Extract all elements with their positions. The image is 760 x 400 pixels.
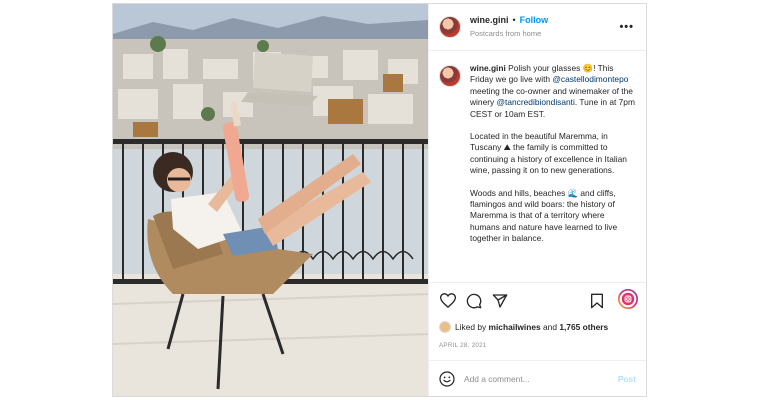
caption-paragraph-2: Located in the beautiful Maremma, in Tus…: [470, 131, 636, 177]
profile-shortcut[interactable]: [618, 289, 638, 309]
caption-paragraph-1: wine.gini Polish your glasses 😊! This Fr…: [470, 63, 636, 120]
follow-button[interactable]: Follow: [520, 14, 549, 27]
like-button[interactable]: [437, 290, 459, 312]
comment-input[interactable]: [464, 373, 618, 384]
action-bar: [429, 282, 646, 318]
post-comment-button[interactable]: Post: [618, 374, 636, 384]
wave-emoji-icon: 🌊: [567, 187, 579, 198]
mention-link[interactable]: @tancredibiondisanti: [497, 97, 575, 107]
instagram-logo-icon: [618, 289, 638, 309]
post-side-panel: wine.gini • Follow Postcards from home •…: [428, 4, 646, 396]
more-options-icon[interactable]: •••: [619, 21, 634, 33]
post-header: wine.gini • Follow Postcards from home •…: [429, 4, 646, 51]
save-button[interactable]: [586, 290, 608, 312]
header-top-row: wine.gini • Follow: [470, 14, 548, 27]
likes-middle: and: [543, 322, 557, 332]
smiley-emoji-icon: 😊: [582, 63, 594, 73]
author-avatar[interactable]: [439, 16, 461, 38]
header-text: wine.gini • Follow Postcards from home: [470, 14, 548, 40]
separator-dot: •: [512, 15, 516, 25]
mountain-emoji-icon: ⛰: [503, 142, 511, 153]
caption-section: wine.gini Polish your glasses 😊! This Fr…: [429, 51, 646, 282]
author-username[interactable]: wine.gini: [470, 14, 509, 27]
smiley-icon[interactable]: [439, 370, 455, 387]
comment-icon: [466, 293, 482, 308]
caption-paragraph-3: Woods and hills, beaches 🌊 and cliffs, f…: [470, 188, 636, 245]
liker-username[interactable]: michailwines: [489, 322, 541, 332]
heart-icon: [440, 293, 456, 308]
share-icon: [492, 293, 508, 308]
likes-summary: Liked by michailwines and 1,765 others: [429, 318, 646, 336]
bookmark-icon: [591, 293, 603, 309]
caption-text: wine.gini Polish your glasses 😊! This Fr…: [470, 63, 636, 282]
caption-text-segment: Polish your glasses: [508, 63, 583, 73]
likes-prefix: Liked by: [455, 322, 487, 332]
post-photo[interactable]: [113, 4, 428, 396]
instagram-post: wine.gini • Follow Postcards from home •…: [112, 3, 647, 397]
caption-username[interactable]: wine.gini: [470, 63, 506, 73]
caption-author-avatar[interactable]: [439, 65, 461, 87]
caption-text-segment: Woods and hills, beaches: [470, 187, 568, 198]
post-date[interactable]: APRIL 28, 2021: [429, 336, 646, 354]
likes-count[interactable]: 1,765 others: [559, 322, 608, 332]
post-location[interactable]: Postcards from home: [470, 27, 548, 40]
comment-box: Post: [429, 360, 646, 396]
share-button[interactable]: [489, 290, 511, 312]
comment-button[interactable]: [463, 290, 485, 312]
liker-avatar[interactable]: [439, 321, 451, 333]
balcony-photo-illustration: [113, 4, 428, 396]
mention-link[interactable]: @castellodimontepo: [552, 74, 628, 84]
